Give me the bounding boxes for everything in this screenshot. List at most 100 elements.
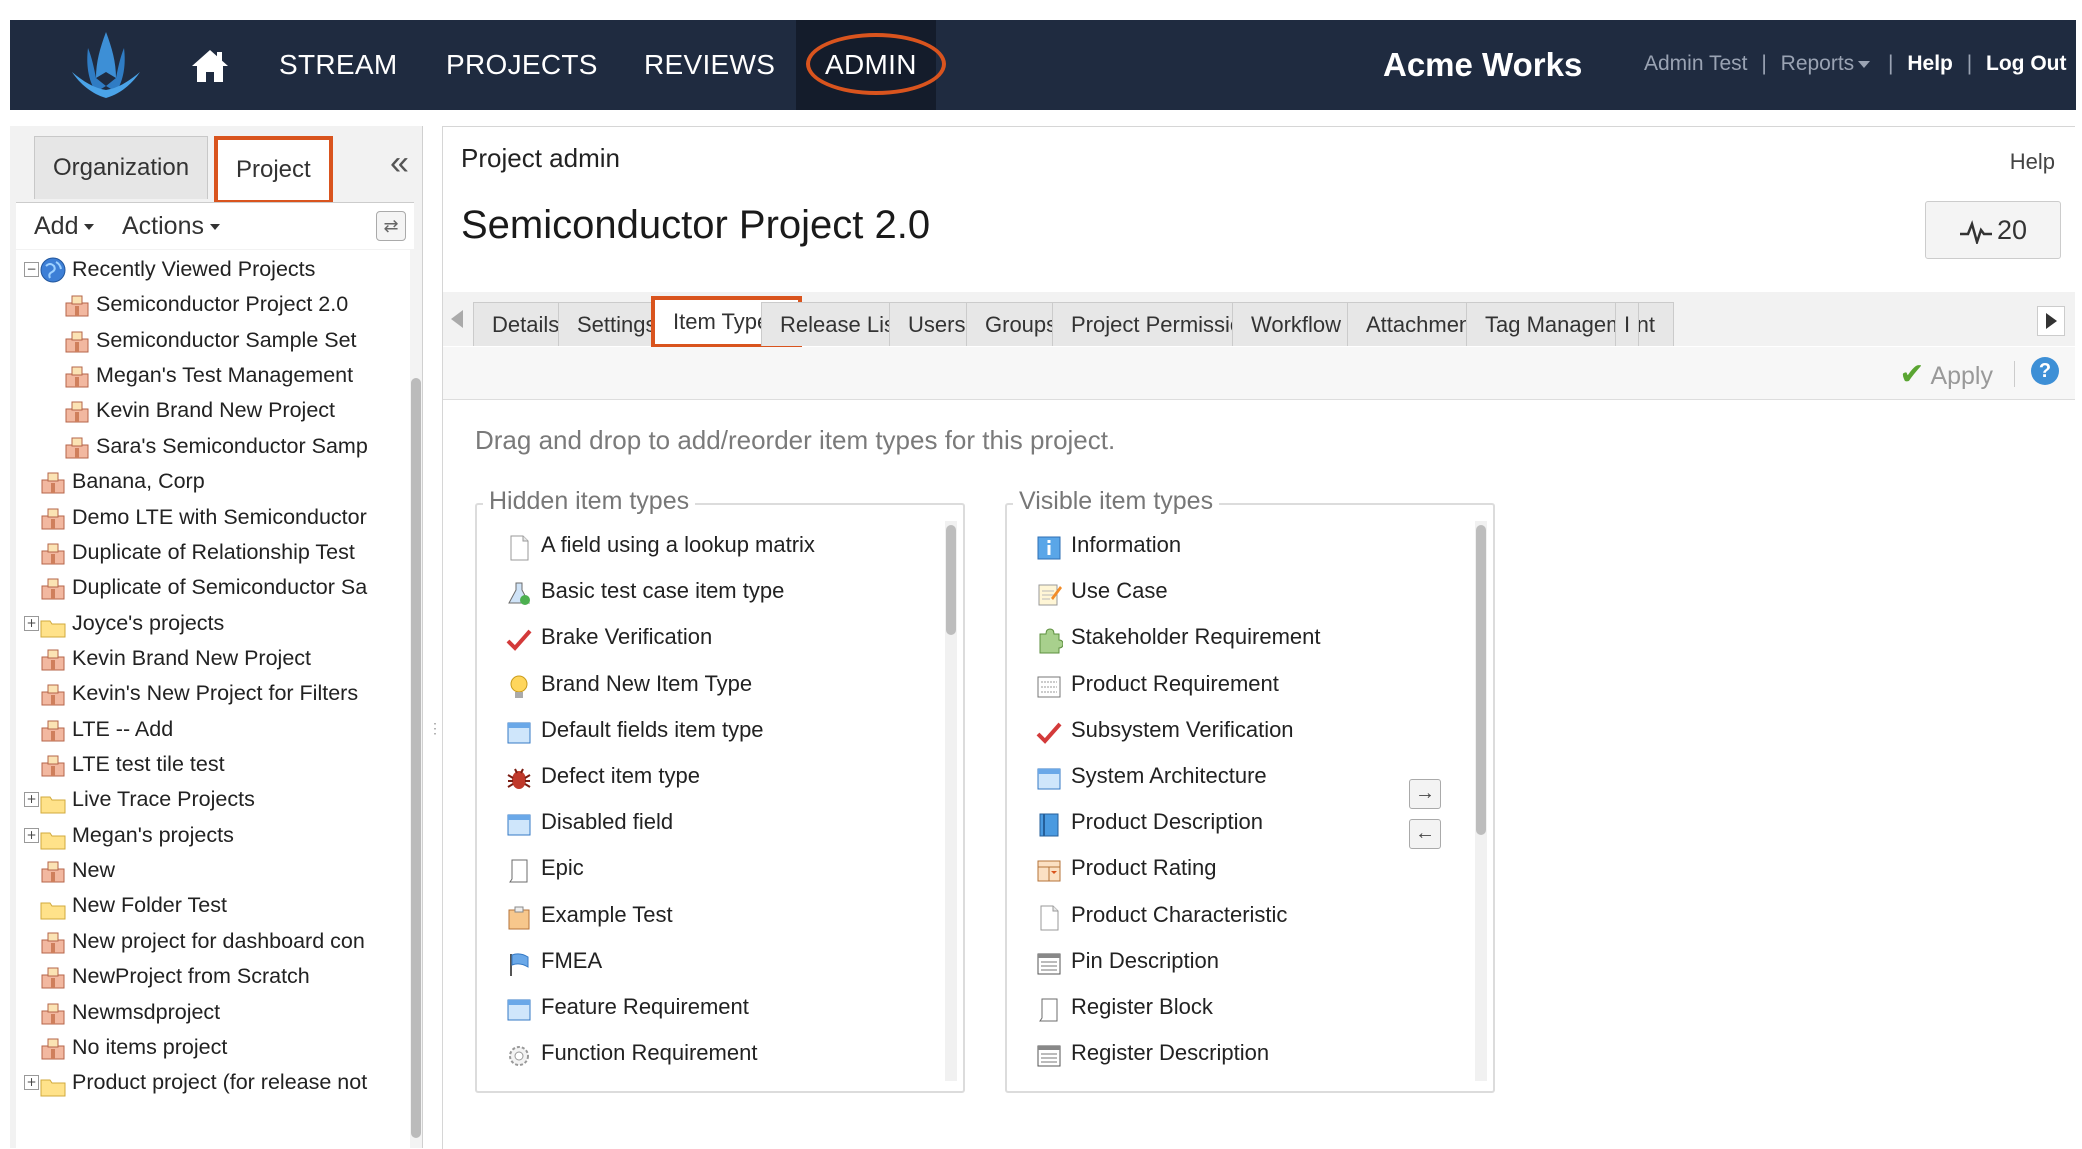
form-icon	[1035, 670, 1063, 698]
panel-splitter-handle[interactable]: ⋮	[428, 720, 442, 737]
tree-item[interactable]: Megan's Test Management	[16, 358, 414, 392]
hidden-item-types-list: A field using a lookup matrix Basic test …	[477, 517, 939, 1091]
project-icon	[40, 1001, 66, 1025]
tree-item-label: LTE test tile test	[72, 752, 225, 777]
document-icon	[1035, 901, 1063, 931]
tree-item[interactable]: − Recently Viewed Projects	[16, 252, 414, 286]
nav-reviews[interactable]: REVIEWS	[644, 20, 775, 110]
tree-item[interactable]: + Product project (for release not	[16, 1065, 414, 1099]
tree-item-label: Demo LTE with Semiconductor	[72, 504, 367, 529]
flask-icon	[505, 577, 533, 606]
reports-menu[interactable]: Reports	[1781, 52, 1875, 75]
instructions-text: Drag and drop to add/reorder item types …	[475, 425, 1116, 455]
toolbar-divider	[2014, 361, 2015, 387]
help-link[interactable]: Help	[1907, 52, 1953, 75]
tree-item[interactable]: New	[16, 853, 414, 887]
item-type-label: System Architecture	[1071, 763, 1267, 788]
item-type-label: Register Block	[1071, 994, 1213, 1019]
tree-item[interactable]: Demo LTE with Semiconductor	[16, 500, 414, 534]
expand-toggle-icon[interactable]: +	[24, 615, 39, 631]
tree-item[interactable]: + Live Trace Projects	[16, 782, 414, 816]
item-type-label: Feature Requirement	[541, 994, 749, 1019]
tree-item-label: New project for dashboard con	[72, 928, 365, 953]
tree-item[interactable]: No items project	[16, 1030, 414, 1064]
tree-item-label: Semiconductor Sample Set	[96, 327, 357, 352]
user-name-link[interactable]: Admin Test	[1644, 52, 1748, 75]
expand-toggle-icon[interactable]: +	[24, 1075, 39, 1091]
nav-projects[interactable]: PROJECTS	[446, 20, 598, 110]
project-icon	[40, 682, 66, 706]
tab-project[interactable]: Project	[214, 136, 333, 204]
hidden-item-types-box: Hidden item types A field using a lookup…	[475, 487, 965, 1093]
scrollbar-thumb[interactable]	[411, 378, 421, 1138]
scroll-tabs-right-icon[interactable]	[2037, 306, 2065, 336]
project-icon	[40, 718, 66, 742]
item-type-label: Basic test case item type	[541, 578, 785, 604]
company-logo[interactable]	[66, 28, 146, 102]
tree-item[interactable]: Duplicate of Semiconductor Sa	[16, 570, 414, 604]
refresh-icon[interactable]: ⇄	[376, 211, 406, 241]
tab-i[interactable]: I	[1615, 302, 1639, 346]
logout-link[interactable]: Log Out	[1986, 52, 2066, 75]
tree-item[interactable]: NewProject from Scratch	[16, 959, 414, 993]
tab-workflow[interactable]: Workflow	[1232, 302, 1361, 346]
window-icon	[505, 993, 533, 1021]
tree-item[interactable]: LTE -- Add	[16, 712, 414, 746]
tree-item-label: Kevin's New Project for Filters	[72, 681, 359, 706]
help-icon[interactable]: ?	[2031, 357, 2059, 385]
tree-item-label: No items project	[72, 1034, 228, 1059]
item-type-label: Brake Verification	[541, 624, 713, 650]
tab-tag-management[interactable]: Tag Management	[1466, 302, 1674, 346]
apply-label: Apply	[1930, 362, 1993, 390]
scrollbar-thumb[interactable]	[1476, 525, 1486, 835]
item-type-label: Default fields item type	[541, 716, 764, 742]
page-title: Semiconductor Project 2.0	[461, 203, 931, 247]
expand-toggle-icon[interactable]: +	[24, 827, 39, 843]
tree-item[interactable]: New project for dashboard con	[16, 924, 414, 958]
visible-item-types-legend: Visible item types	[1013, 487, 1220, 516]
project-icon	[64, 399, 90, 423]
hidden-list-scrollbar[interactable]	[945, 521, 957, 1081]
tree-item-label: NewProject from Scratch	[72, 964, 310, 989]
tree-item[interactable]: Sara's Semiconductor Samp	[16, 429, 414, 463]
scroll-tabs-left-icon[interactable]	[451, 310, 463, 328]
visible-list-scrollbar[interactable]	[1475, 521, 1487, 1081]
collapse-toggle-icon[interactable]: −	[24, 262, 39, 277]
tree-item-label: Semiconductor Project 2.0	[96, 292, 349, 317]
reports-label: Reports	[1780, 52, 1855, 75]
home-icon[interactable]	[188, 44, 232, 88]
tree-item[interactable]: + Joyce's projects	[16, 606, 414, 640]
project-icon	[40, 506, 66, 530]
page-icon	[505, 854, 533, 883]
apply-button[interactable]: ✔ Apply	[1899, 357, 1993, 392]
tree-item[interactable]: Duplicate of Relationship Test	[16, 535, 414, 569]
tree-item[interactable]: Kevin's New Project for Filters	[16, 676, 414, 710]
main-content: Project admin Help Semiconductor Project…	[442, 126, 2075, 1149]
separator: |	[1761, 52, 1767, 75]
scrollbar-thumb[interactable]	[946, 525, 956, 635]
tree-scrollbar[interactable]	[410, 250, 422, 1148]
tree-item[interactable]: + Megan's projects	[16, 818, 414, 852]
tree-item[interactable]: Semiconductor Project 2.0	[16, 287, 414, 321]
tree-item[interactable]: New Folder Test	[16, 888, 414, 922]
nav-stream[interactable]: STREAM	[279, 20, 397, 110]
tree-item[interactable]: Semiconductor Sample Set	[16, 323, 414, 357]
tree-item[interactable]: Kevin Brand New Project	[16, 641, 414, 675]
tree-item[interactable]: Newmsdproject	[16, 995, 414, 1029]
tree-item-label: Kevin Brand New Project	[96, 398, 335, 423]
add-menu[interactable]: Add	[34, 203, 95, 249]
page-help-link[interactable]: Help	[2010, 149, 2055, 175]
activity-stream-button[interactable]: 20	[1925, 201, 2061, 259]
top-navigation-bar: STREAM PROJECTS REVIEWS ADMIN Acme Works…	[10, 20, 2076, 110]
project-icon	[40, 965, 66, 989]
item-type-label: Stakeholder Requirement	[1071, 624, 1321, 650]
collapse-panel-icon[interactable]: «	[390, 144, 409, 183]
item-type-label: Product Characteristic	[1071, 901, 1288, 927]
expand-toggle-icon[interactable]: +	[24, 792, 39, 808]
actions-menu[interactable]: Actions	[122, 203, 220, 249]
project-icon	[40, 859, 66, 883]
tab-organization[interactable]: Organization	[34, 136, 209, 199]
tree-item[interactable]: LTE test tile test	[16, 747, 414, 781]
tree-item[interactable]: Kevin Brand New Project	[16, 393, 414, 427]
tree-item[interactable]: Banana, Corp	[16, 464, 414, 498]
